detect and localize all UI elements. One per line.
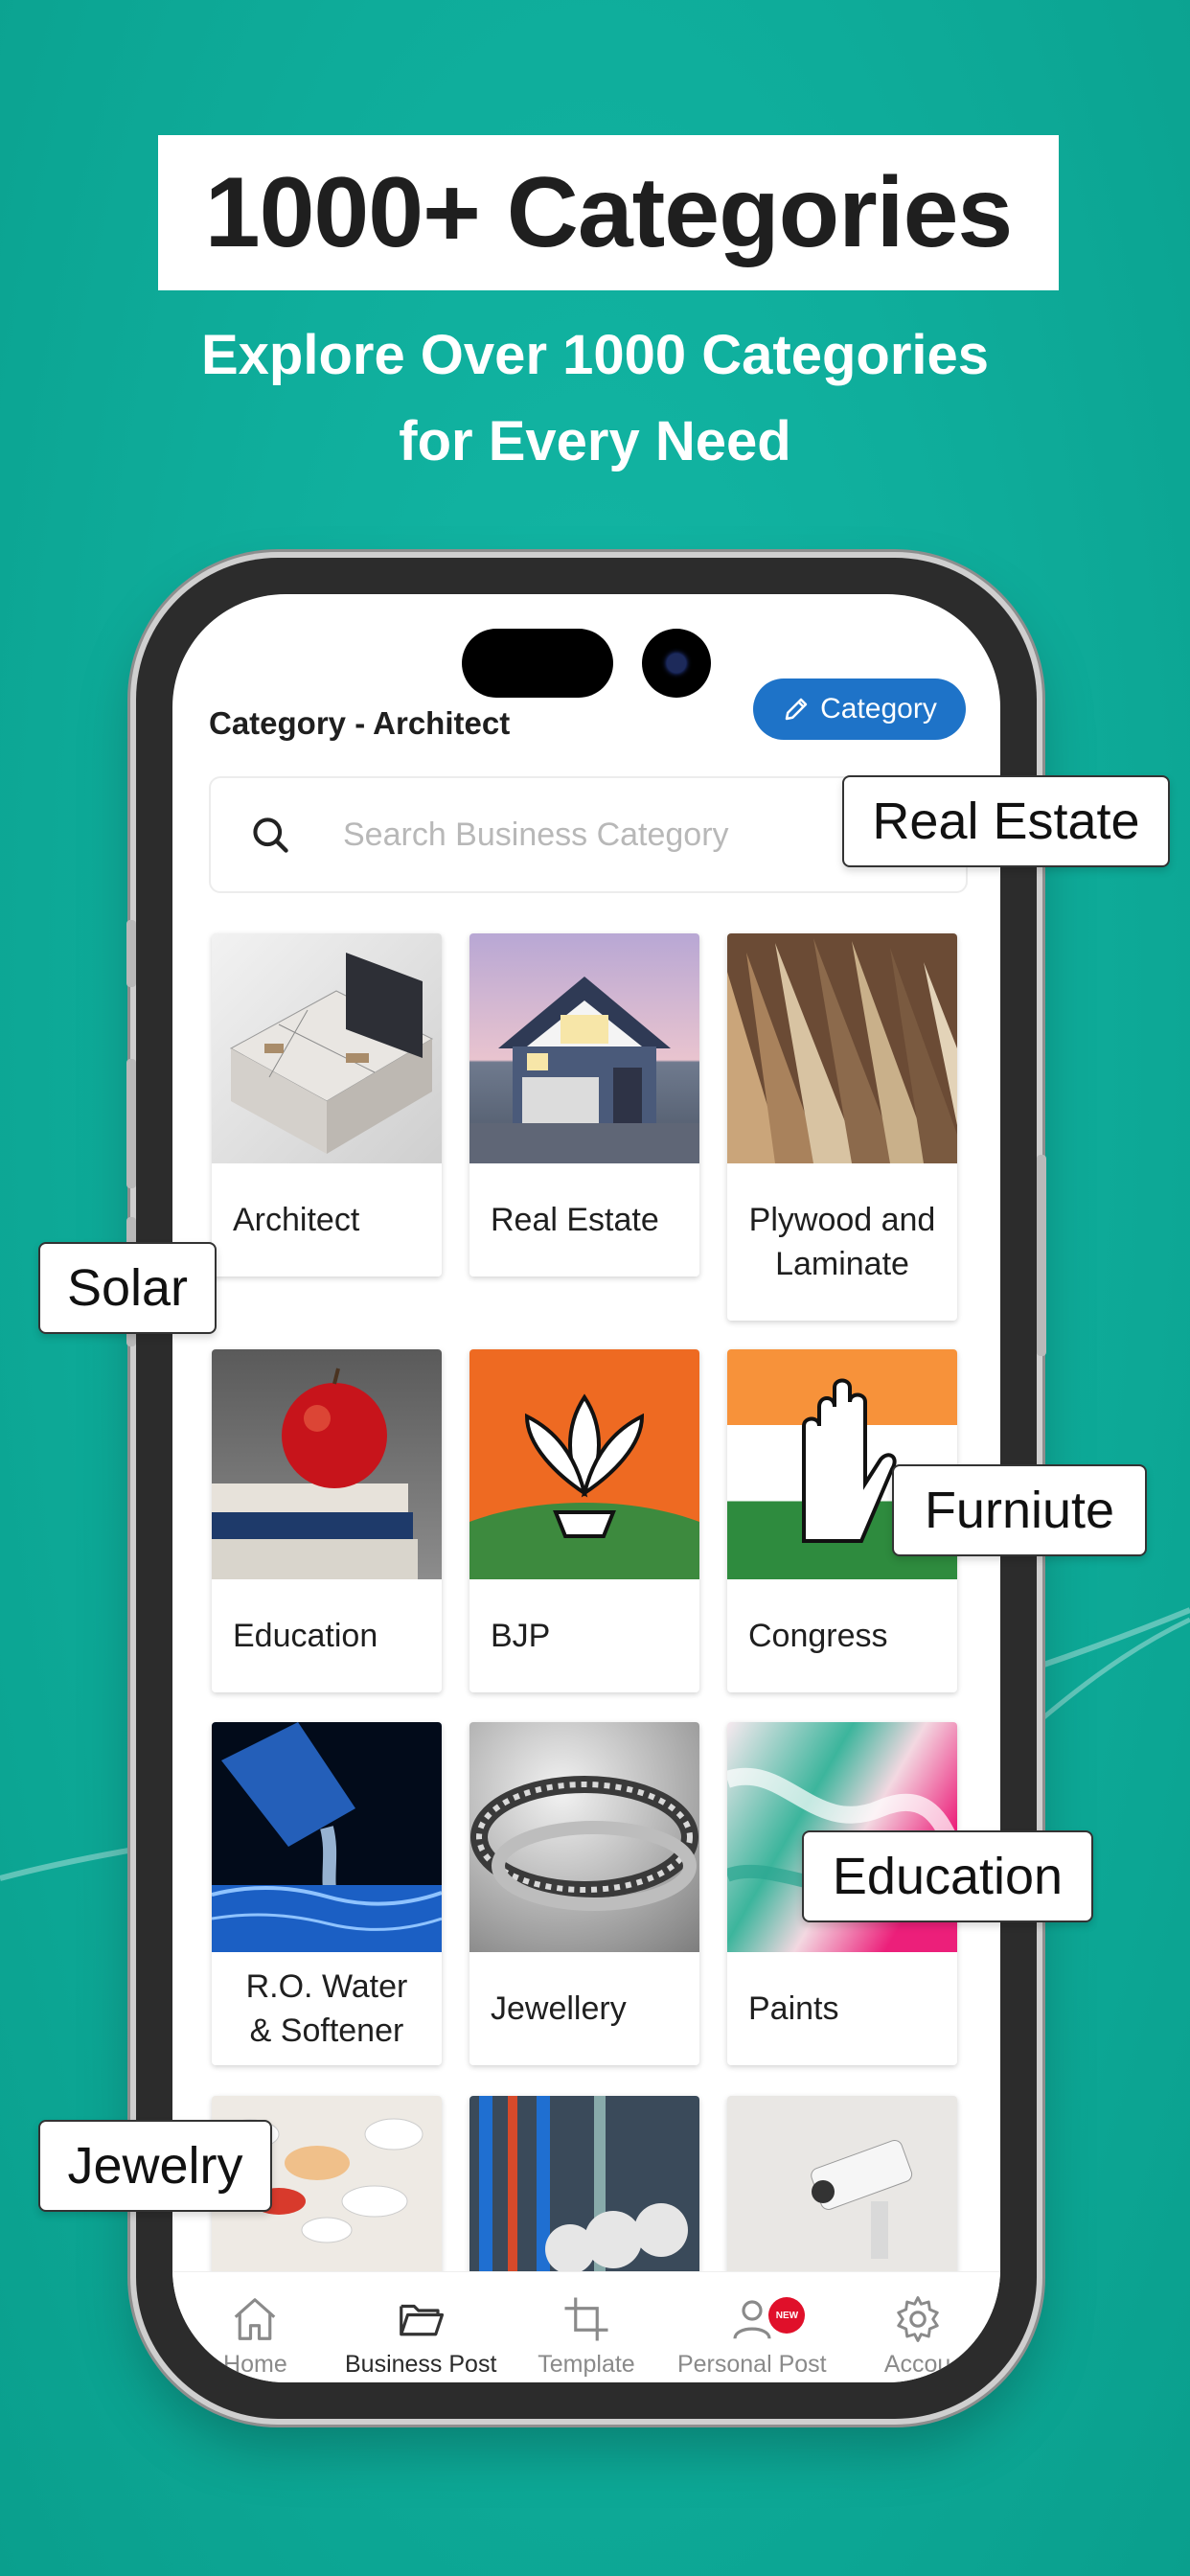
water-bottle-image bbox=[212, 1722, 442, 1952]
category-button-label: Category bbox=[820, 693, 937, 724]
dynamic-island bbox=[462, 629, 613, 698]
nav-template[interactable]: Template bbox=[504, 2272, 670, 2382]
nav-account[interactable]: Accou bbox=[835, 2272, 1000, 2382]
architect-floorplan-image bbox=[212, 933, 442, 1163]
chip-jewelry: Jewelry bbox=[38, 2120, 272, 2212]
house-image bbox=[469, 933, 699, 1163]
nav-label: Accou bbox=[883, 2351, 951, 2378]
nav-label: Home bbox=[223, 2351, 287, 2378]
tile-real-estate[interactable]: Real Estate bbox=[469, 933, 699, 1276]
tile-jewellery[interactable]: Jewellery bbox=[469, 1722, 699, 2065]
folder-icon bbox=[400, 2304, 445, 2336]
chip-real-estate: Real Estate bbox=[842, 775, 1170, 867]
tile-plywood-laminate[interactable]: Plywood and Laminate bbox=[727, 933, 957, 1321]
nav-personal-post[interactable]: NEW Personal Post bbox=[669, 2272, 835, 2382]
tile-education[interactable]: Education bbox=[212, 1349, 442, 1692]
nav-label: Template bbox=[538, 2351, 635, 2378]
tile-label: Education bbox=[233, 1618, 378, 1654]
tile-bjp[interactable]: BJP bbox=[469, 1349, 699, 1692]
nav-home[interactable]: Home bbox=[172, 2272, 338, 2382]
tile-label: Jewellery bbox=[491, 1990, 627, 2027]
power-button bbox=[1037, 1155, 1046, 1356]
tile-label: Plywood and Laminate bbox=[748, 1202, 936, 1282]
category-button[interactable]: Category bbox=[753, 678, 966, 740]
tile-label: BJP bbox=[491, 1618, 551, 1654]
tile-architect[interactable]: Architect bbox=[212, 933, 442, 1276]
subheadline-line-2: for Every Need bbox=[399, 410, 791, 472]
laminate-samples-image bbox=[727, 933, 957, 1163]
search-input[interactable] bbox=[341, 815, 843, 855]
rings-image bbox=[469, 1722, 699, 1952]
chip-furniture: Furniute bbox=[892, 1464, 1147, 1556]
home-icon bbox=[235, 2298, 276, 2340]
subheadline-line-1: Explore Over 1000 Categories bbox=[200, 324, 990, 386]
tile-label: Architect bbox=[233, 1202, 360, 1238]
page-title: Category - Architect bbox=[209, 705, 511, 741]
gear-icon bbox=[896, 2296, 939, 2342]
apple-books-image bbox=[212, 1349, 442, 1579]
crop-icon bbox=[564, 2297, 608, 2341]
pencil-icon bbox=[785, 698, 808, 721]
tile-label: Real Estate bbox=[491, 1202, 659, 1238]
tile-ro-water[interactable]: R.O. Water & Softener bbox=[212, 1722, 442, 2065]
lotus-logo-image bbox=[469, 1349, 699, 1579]
nav-label: Business Post bbox=[344, 2351, 497, 2378]
chip-solar: Solar bbox=[38, 1242, 217, 1334]
headline-banner: 1000+ Categories bbox=[158, 135, 1059, 290]
tile-label: Paints bbox=[748, 1990, 839, 2027]
mute-switch bbox=[126, 920, 136, 987]
headline-text: 1000+ Categories bbox=[204, 156, 1014, 268]
bottom-navigation: Home Business Post Template NEW Personal… bbox=[172, 2271, 1000, 2382]
tile-label: R.O. Water & Softener bbox=[245, 1968, 408, 2049]
nav-business-post[interactable]: Business Post bbox=[338, 2272, 504, 2382]
camera-icon bbox=[642, 629, 711, 698]
chip-education: Education bbox=[802, 1830, 1093, 1922]
new-badge: NEW bbox=[768, 2297, 806, 2334]
volume-up-button bbox=[126, 1059, 136, 1188]
nav-label: Personal Post bbox=[676, 2351, 827, 2378]
tile-label: Congress bbox=[748, 1618, 888, 1654]
search-icon bbox=[253, 817, 288, 853]
